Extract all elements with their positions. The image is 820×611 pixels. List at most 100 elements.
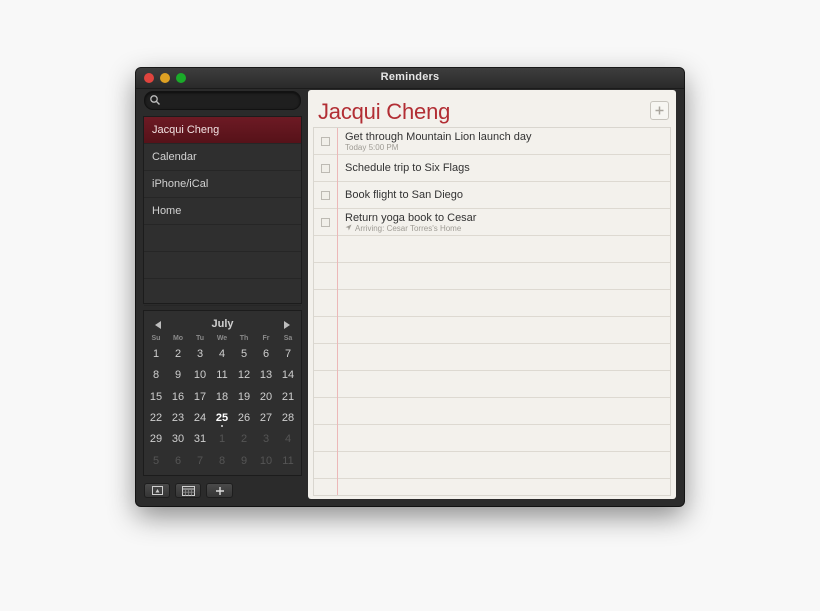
calendar-day[interactable]: 28 [277,408,299,428]
calendar-day[interactable]: 30 [167,429,189,449]
calendar-day[interactable]: 10 [255,451,277,471]
sidebar-item-home[interactable]: Home [144,198,301,225]
margin-line [337,128,338,495]
calendar-day[interactable]: 8 [145,365,167,385]
reminder-title[interactable]: Schedule trip to Six Flags [345,162,470,174]
calendar-day[interactable]: 6 [255,344,277,364]
sidebar-item-calendar[interactable]: Calendar [144,144,301,171]
calendar-day[interactable]: 6 [167,451,189,471]
ruled-line [314,316,670,317]
weekday-label: Su [151,335,161,342]
title-bar[interactable]: Reminders [136,68,684,89]
calendar-day[interactable]: 9 [233,451,255,471]
calendar-day[interactable]: 4 [211,344,233,364]
chevron-right-icon[interactable] [281,319,293,331]
sidebar-item-jacqui-cheng[interactable]: Jacqui Cheng [144,117,301,144]
ruled-line [314,370,670,371]
sidebar-empty-row [144,225,301,252]
sidebar-item-iphone-ical[interactable]: iPhone/iCal [144,171,301,198]
calendar-day[interactable]: 11 [277,451,299,471]
ruled-line [314,235,670,236]
reminder-lists: Jacqui Cheng Calendar iPhone/iCal Home [143,116,302,306]
search-field[interactable] [144,91,301,110]
calendar-day[interactable]: 16 [167,387,189,407]
calendar-day[interactable]: 21 [277,387,299,407]
reminder-checkbox[interactable] [321,137,330,146]
calendar-day[interactable]: 17 [189,387,211,407]
reminder-location: Arriving: Cesar Torres's Home [345,224,461,233]
weekday-label: Tu [195,335,205,342]
ruled-line [314,154,670,155]
calendar-day[interactable]: 12 [233,365,255,385]
reminder-sheet [313,127,671,496]
calendar-day[interactable]: 22 [145,408,167,428]
reminder-due-date: Today 5:00 PM [345,143,399,152]
reminder-checkbox[interactable] [321,164,330,173]
calendar-day[interactable]: 1 [211,429,233,449]
calendar-day[interactable]: 2 [233,429,255,449]
reminder-title[interactable]: Return yoga book to Cesar [345,212,476,224]
window-title: Reminders [380,71,440,83]
weekday-label: Sa [283,335,293,342]
search-input[interactable] [163,93,297,109]
weekday-label: Mo [172,335,184,342]
calendar-day[interactable]: 15 [145,387,167,407]
calendar-day[interactable]: 9 [167,365,189,385]
ruled-line [314,208,670,209]
ruled-line [314,289,670,290]
calendar-day[interactable]: 26 [233,408,255,428]
calendar-day[interactable]: 20 [255,387,277,407]
plus-icon [655,106,664,115]
calendar-day[interactable]: 2 [167,344,189,364]
calendar-day[interactable]: 19 [233,387,255,407]
search-icon [150,95,160,105]
reminder-location-text: Arriving: Cesar Torres's Home [355,224,462,233]
calendar-day[interactable]: 5 [233,344,255,364]
calendar-day[interactable]: 29 [145,429,167,449]
add-reminder-button[interactable] [650,101,669,120]
plus-icon [216,487,224,495]
ruled-line [314,181,670,182]
location-arrow-icon [345,224,352,231]
add-list-button[interactable] [206,483,233,498]
calendar-day[interactable]: 3 [255,429,277,449]
reminder-checkbox[interactable] [321,191,330,200]
calendar-day[interactable]: 18 [211,387,233,407]
show-list-button[interactable] [144,483,170,498]
show-calendar-button[interactable] [175,483,201,498]
ruled-line [314,343,670,344]
calendar-day[interactable]: 7 [277,344,299,364]
calendar-day[interactable]: 3 [189,344,211,364]
calendar-month: July [211,318,234,330]
calendar-day[interactable]: 24 [189,408,211,428]
ruled-line [314,424,670,425]
sidebar-empty-row [144,279,301,306]
calendar-day[interactable]: 13 [255,365,277,385]
calendar-day[interactable]: 23 [167,408,189,428]
reminder-title[interactable]: Get through Mountain Lion launch day [345,131,532,143]
ruled-line [314,262,670,263]
reminder-checkbox[interactable] [321,218,330,227]
weekday-label: Fr [262,335,270,342]
calendar-day[interactable]: 5 [145,451,167,471]
weekday-label: We [216,335,228,342]
calendar-day[interactable]: 31 [189,429,211,449]
ruled-line [314,478,670,479]
reminder-title[interactable]: Book flight to San Diego [345,189,463,201]
calendar-day[interactable]: 27 [255,408,277,428]
mini-calendar: July Su Mo Tu We Th Fr Sa 1 2 3 4 5 6 7 8 9 10 11 12 13 14 15… [143,310,302,476]
sidebar-empty-row [144,252,301,279]
chevron-left-icon[interactable] [152,319,164,331]
calendar-icon [182,486,195,496]
calendar-day[interactable]: 14 [277,365,299,385]
calendar-day[interactable]: 1 [145,344,167,364]
calendar-day[interactable]: 11 [211,365,233,385]
reminders-paper: Jacqui Cheng Get through Mountain Lion l… [308,90,676,499]
calendar-day[interactable]: 4 [277,429,299,449]
list-title: Jacqui Cheng [318,99,451,124]
calendar-day[interactable]: 10 [189,365,211,385]
reminders-window: Reminders Jacqui Cheng Calendar iPhone/i… [136,68,684,506]
calendar-day[interactable]: 8 [211,451,233,471]
calendar-day[interactable]: 7 [189,451,211,471]
weekday-label: Th [239,335,249,342]
